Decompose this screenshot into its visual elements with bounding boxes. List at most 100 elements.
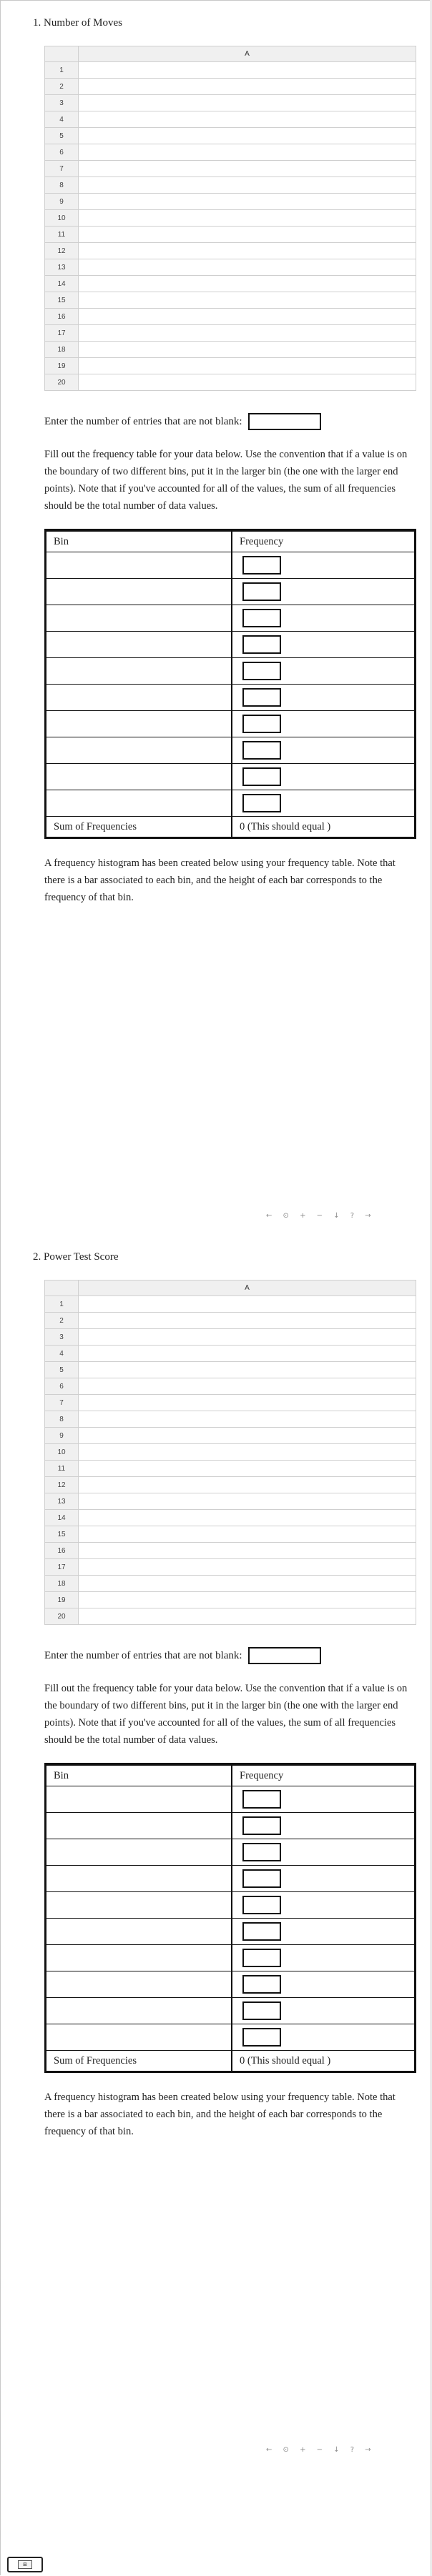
frequency-input[interactable] (242, 662, 281, 680)
sheet-cell[interactable] (78, 61, 416, 79)
sheet-cell[interactable] (78, 1411, 416, 1428)
sheet-cell[interactable] (78, 94, 416, 111)
frequency-input[interactable] (242, 582, 281, 601)
row-number[interactable]: 4 (44, 111, 79, 128)
nonblank-count-input[interactable] (247, 413, 321, 430)
row-number[interactable]: 12 (44, 1476, 79, 1493)
frequency-input[interactable] (242, 1975, 281, 1994)
row-number[interactable]: 18 (44, 341, 79, 358)
sheet-cell[interactable] (78, 1542, 416, 1559)
row-number[interactable]: 11 (44, 1460, 79, 1477)
sheet-cell[interactable] (78, 78, 416, 95)
row-number[interactable]: 7 (44, 160, 79, 177)
sheet-cell[interactable] (78, 127, 416, 144)
row-number[interactable]: 20 (44, 374, 79, 391)
row-number[interactable]: 6 (44, 144, 79, 161)
row-number[interactable]: 14 (44, 1509, 79, 1526)
row-number[interactable]: 18 (44, 1575, 79, 1592)
row-number[interactable]: 2 (44, 1312, 79, 1329)
frequency-input[interactable] (242, 1790, 281, 1809)
row-number[interactable]: 1 (44, 61, 79, 79)
row-number[interactable]: 17 (44, 1558, 79, 1576)
sheet-cell[interactable] (78, 242, 416, 259)
row-number[interactable]: 7 (44, 1394, 79, 1411)
sheet-cell[interactable] (78, 1476, 416, 1493)
sheet-cell[interactable] (78, 259, 416, 276)
sheet-cell[interactable] (78, 209, 416, 227)
row-number[interactable]: 10 (44, 209, 79, 227)
sheet-cell[interactable] (78, 275, 416, 292)
frequency-input[interactable] (242, 1843, 281, 1861)
sheet-cell[interactable] (78, 1493, 416, 1510)
sheet-cell[interactable] (78, 160, 416, 177)
row-number[interactable]: 5 (44, 1361, 79, 1378)
row-number[interactable]: 4 (44, 1345, 79, 1362)
sheet-corner[interactable] (44, 1280, 79, 1296)
sheet-cell[interactable] (78, 226, 416, 243)
sheet-cell[interactable] (78, 292, 416, 309)
sheet-cell[interactable] (78, 1378, 416, 1395)
sheet-cell[interactable] (78, 1394, 416, 1411)
sheet-cell[interactable] (78, 1328, 416, 1346)
row-number[interactable]: 15 (44, 292, 79, 309)
sheet-cell[interactable] (78, 324, 416, 342)
row-number[interactable]: 12 (44, 242, 79, 259)
sheet-cell[interactable] (78, 1558, 416, 1576)
row-number[interactable]: 9 (44, 193, 79, 210)
row-number[interactable]: 16 (44, 1542, 79, 1559)
row-number[interactable]: 8 (44, 1411, 79, 1428)
sheet-cell[interactable] (78, 1509, 416, 1526)
sheet-cell[interactable] (78, 357, 416, 374)
frequency-input[interactable] (242, 767, 281, 786)
frequency-input[interactable] (242, 741, 281, 760)
frequency-input[interactable] (242, 556, 281, 575)
row-number[interactable]: 1 (44, 1296, 79, 1313)
row-number[interactable]: 14 (44, 275, 79, 292)
row-number[interactable]: 8 (44, 176, 79, 194)
row-number[interactable]: 3 (44, 94, 79, 111)
frequency-input[interactable] (242, 1922, 281, 1941)
frequency-input[interactable] (242, 635, 281, 654)
row-number[interactable]: 3 (44, 1328, 79, 1346)
sheet-cell[interactable] (78, 374, 416, 391)
row-number[interactable]: 11 (44, 226, 79, 243)
graph-toolbar[interactable]: ← ⊙ + − ↓ ? → (266, 2446, 375, 2454)
row-number[interactable]: 19 (44, 357, 79, 374)
frequency-input[interactable] (242, 1869, 281, 1888)
sheet-cell[interactable] (78, 1526, 416, 1543)
frequency-input[interactable] (242, 2001, 281, 2020)
column-header-a[interactable]: A (78, 46, 416, 62)
row-number[interactable]: 15 (44, 1526, 79, 1543)
frequency-input[interactable] (242, 715, 281, 733)
sheet-cell[interactable] (78, 341, 416, 358)
row-number[interactable]: 20 (44, 1608, 79, 1625)
row-number[interactable]: 6 (44, 1378, 79, 1395)
row-number[interactable]: 13 (44, 259, 79, 276)
bottom-toggle-button[interactable]: ⊞ (7, 2557, 43, 2572)
sheet-corner[interactable] (44, 46, 79, 62)
row-number[interactable]: 13 (44, 1493, 79, 1510)
column-header-a[interactable]: A (78, 1280, 416, 1296)
frequency-input[interactable] (242, 794, 281, 812)
sheet-cell[interactable] (78, 1608, 416, 1625)
frequency-input[interactable] (242, 2028, 281, 2047)
row-number[interactable]: 5 (44, 127, 79, 144)
sheet-cell[interactable] (78, 308, 416, 325)
row-number[interactable]: 9 (44, 1427, 79, 1444)
row-number[interactable]: 16 (44, 308, 79, 325)
sheet-cell[interactable] (78, 1345, 416, 1362)
row-number[interactable]: 2 (44, 78, 79, 95)
sheet-cell[interactable] (78, 1312, 416, 1329)
sheet-cell[interactable] (78, 1443, 416, 1461)
graph-toolbar[interactable]: ← ⊙ + − ↓ ? → (266, 1212, 375, 1220)
sheet-cell[interactable] (78, 144, 416, 161)
frequency-input[interactable] (242, 688, 281, 707)
row-number[interactable]: 17 (44, 324, 79, 342)
sheet-cell[interactable] (78, 176, 416, 194)
frequency-input[interactable] (242, 1949, 281, 1967)
sheet-cell[interactable] (78, 1575, 416, 1592)
sheet-cell[interactable] (78, 193, 416, 210)
row-number[interactable]: 19 (44, 1591, 79, 1608)
nonblank-count-input[interactable] (247, 1647, 321, 1664)
sheet-cell[interactable] (78, 111, 416, 128)
